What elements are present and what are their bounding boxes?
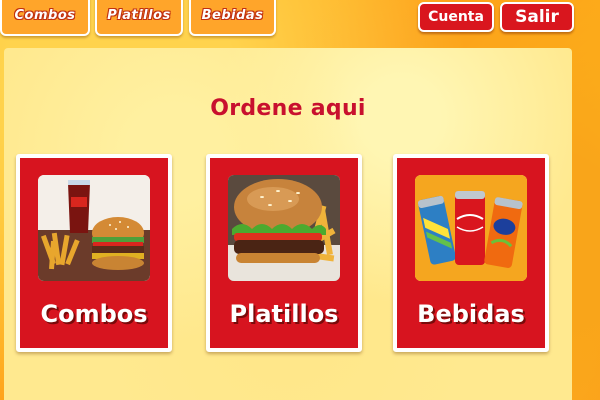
bebidas-card-label: Bebidas bbox=[417, 300, 525, 328]
top-navigation-bar: Combos Platillos Bebidas Cuenta Salir bbox=[0, 0, 600, 40]
tab-platillos[interactable]: Platillos bbox=[95, 0, 183, 36]
bebidas-card[interactable]: Bebidas bbox=[393, 154, 549, 352]
combos-card-label: Combos bbox=[40, 300, 148, 328]
tab-bebidas[interactable]: Bebidas bbox=[189, 0, 276, 36]
combo-meal-image bbox=[38, 175, 150, 281]
platillos-card[interactable]: Platillos bbox=[206, 154, 362, 352]
tab-combos[interactable]: Combos bbox=[0, 0, 90, 36]
salir-button[interactable]: Salir bbox=[500, 2, 574, 32]
main-panel: Ordene aqui Combos Platillos Bebidas bbox=[4, 48, 572, 400]
soda-cans-image bbox=[415, 175, 527, 281]
cuenta-button[interactable]: Cuenta bbox=[418, 2, 494, 32]
platillos-card-label: Platillos bbox=[229, 300, 339, 328]
combos-card[interactable]: Combos bbox=[16, 154, 172, 352]
page-title: Ordene aqui bbox=[210, 96, 366, 121]
burger-fries-image bbox=[228, 175, 340, 281]
